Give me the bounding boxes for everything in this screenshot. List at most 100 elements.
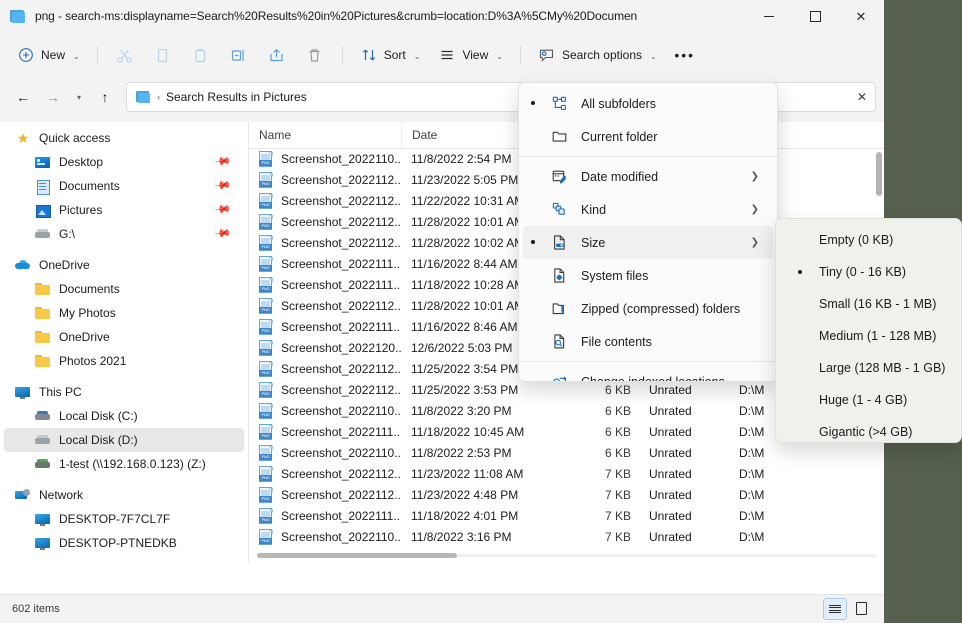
sidebar-item-local-disk-c[interactable]: Local Disk (C:): [4, 404, 244, 428]
submenu-item-gigantic[interactable]: Gigantic (>4 GB): [780, 416, 957, 443]
close-button[interactable]: ✕: [838, 0, 884, 32]
file-size-cell: 7 KB: [561, 530, 639, 544]
rename-button[interactable]: [221, 39, 257, 71]
submenu-item-small[interactable]: Small (16 KB - 1 MB): [780, 288, 957, 320]
sidebar-item-desktop-ptnedkb[interactable]: DESKTOP-PTNEDKB: [4, 531, 244, 555]
sidebar-item-lgl[interactable]: LGL: [4, 555, 244, 562]
sidebar-item-photos-2021[interactable]: Photos 2021: [4, 349, 244, 373]
sidebar-item-onedrive-root[interactable]: OneDrive: [4, 253, 244, 277]
sidebar-item-documents[interactable]: Documents 📌: [4, 174, 244, 198]
sidebar-item-my-photos[interactable]: My Photos: [4, 301, 244, 325]
menu-item-label: Kind: [581, 203, 606, 217]
clear-search-icon[interactable]: ✕: [857, 90, 867, 104]
file-rating-cell: Unrated: [639, 446, 729, 460]
png-file-icon: PNG: [259, 319, 274, 335]
png-file-icon: PNG: [259, 151, 274, 167]
table-row[interactable]: PNGScreenshot_2022111...11/18/2022 4:01 …: [249, 505, 884, 526]
menu-item-all-subfolders[interactable]: All subfolders: [523, 87, 773, 120]
file-size-cell: 6 KB: [561, 383, 639, 397]
file-rating-cell: Unrated: [639, 530, 729, 544]
pin-icon[interactable]: 📌: [214, 224, 233, 243]
share-button[interactable]: [259, 39, 295, 71]
more-options-button[interactable]: •••: [667, 39, 703, 71]
screen: png - search-ms:displayname=Search%20Res…: [0, 0, 962, 623]
search-options-button[interactable]: Search options ⌄: [530, 39, 665, 71]
sidebar-item-g-drive[interactable]: G:\ 📌: [4, 222, 244, 246]
recent-locations-button[interactable]: ▾: [68, 82, 90, 112]
maximize-button[interactable]: [792, 0, 838, 32]
sidebar-item-desktop[interactable]: Desktop 📌: [4, 150, 244, 174]
file-date-cell: 11/8/2022 3:20 PM: [401, 404, 561, 418]
menu-item-zipped-compressed-folders[interactable]: Zipped (compressed) folders: [523, 292, 773, 325]
sidebar-item-this-pc[interactable]: This PC: [4, 380, 244, 404]
submenu-item-huge[interactable]: Huge (1 - 4 GB): [780, 384, 957, 416]
file-name-cell: PNGScreenshot_2022110...: [249, 529, 401, 545]
png-file-icon: PNG: [259, 508, 274, 524]
sidebar-item-pictures[interactable]: Pictures 📌: [4, 198, 244, 222]
minimize-button[interactable]: [746, 0, 792, 32]
sidebar-item-network[interactable]: Network: [4, 483, 244, 507]
menu-item-size[interactable]: Size❯: [523, 226, 773, 259]
pin-icon[interactable]: 📌: [214, 152, 233, 171]
breadcrumb: Search Results in Pictures: [166, 90, 307, 104]
sidebar-item-onedrive-folder[interactable]: OneDrive: [4, 325, 244, 349]
file-name-cell: PNGScreenshot_2022111...: [249, 424, 401, 440]
submenu-item-large[interactable]: Large (128 MB - 1 GB): [780, 352, 957, 384]
details-view-button[interactable]: [823, 598, 847, 620]
submenu-item-medium[interactable]: Medium (1 - 128 MB): [780, 320, 957, 352]
sidebar-item-onedrive-documents[interactable]: Documents: [4, 277, 244, 301]
drive-green-icon: [34, 456, 52, 472]
pin-icon[interactable]: 📌: [214, 176, 233, 195]
png-file-icon: PNG: [259, 277, 274, 293]
size-submenu: Empty (0 KB)Tiny (0 - 16 KB)Small (16 KB…: [775, 218, 962, 443]
folder-icon: [34, 353, 52, 369]
pin-icon[interactable]: 📌: [214, 200, 233, 219]
table-row[interactable]: PNGScreenshot_2022112...11/23/2022 11:07…: [249, 547, 884, 548]
png-file-icon: PNG: [259, 256, 274, 272]
file-size-cell: 7 KB: [561, 467, 639, 481]
menu-item-system-files[interactable]: System files: [523, 259, 773, 292]
menu-item-date-modified[interactable]: Date modified❯: [523, 160, 773, 193]
item-count-label: 602 items: [12, 603, 60, 615]
folder-icon: [34, 281, 52, 297]
column-header-name[interactable]: Name: [249, 122, 401, 148]
sort-button[interactable]: Sort ⌄: [352, 39, 429, 71]
sidebar-item-network-drive-z[interactable]: 1-test (\\192.168.0.123) (Z:): [4, 452, 244, 476]
sidebar-item-local-disk-d[interactable]: Local Disk (D:): [4, 428, 244, 452]
table-row[interactable]: PNGScreenshot_2022110...11/8/2022 3:16 P…: [249, 526, 884, 547]
paste-button[interactable]: [183, 39, 219, 71]
up-button[interactable]: ↑: [90, 82, 120, 112]
maximize-icon: [810, 11, 821, 22]
size-icon: [549, 233, 569, 253]
breadcrumb-separator: ›: [157, 92, 160, 102]
png-file-icon: PNG: [259, 529, 274, 545]
copy-button[interactable]: [145, 39, 181, 71]
sidebar-item-label: Network: [39, 488, 83, 502]
submenu-item-empty[interactable]: Empty (0 KB): [780, 224, 957, 256]
sidebar-item-quick-access[interactable]: ★ Quick access: [4, 126, 244, 150]
vertical-scrollbar-thumb[interactable]: [876, 152, 882, 196]
menu-item-current-folder[interactable]: Current folder: [523, 120, 773, 153]
delete-button[interactable]: [297, 39, 333, 71]
file-date-cell: 11/23/2022 4:48 PM: [401, 488, 561, 502]
view-button[interactable]: View ⌄: [430, 39, 511, 71]
navigation-pane: ★ Quick access Desktop 📌 Documents 📌 Pic…: [0, 122, 248, 562]
table-row[interactable]: PNGScreenshot_2022110...11/8/2022 2:53 P…: [249, 442, 884, 463]
scrollbar-thumb[interactable]: [257, 553, 457, 558]
horizontal-scrollbar[interactable]: [257, 551, 876, 559]
sidebar-item-desktop-7f7cl7f[interactable]: DESKTOP-7F7CL7F: [4, 507, 244, 531]
forward-button[interactable]: →: [38, 82, 68, 112]
table-row[interactable]: PNGScreenshot_2022112...11/23/2022 4:48 …: [249, 484, 884, 505]
menu-item-kind[interactable]: Kind❯: [523, 193, 773, 226]
file-size-cell: 7 KB: [561, 488, 639, 502]
zip-folder-icon: [549, 299, 569, 319]
menu-item-file-contents[interactable]: File contents: [523, 325, 773, 358]
tiles-view-button[interactable]: [850, 598, 872, 618]
submenu-item-tiny[interactable]: Tiny (0 - 16 KB): [780, 256, 957, 288]
menu-item-change-indexed-locations[interactable]: Change indexed locations: [523, 365, 773, 382]
cut-button[interactable]: [107, 39, 143, 71]
table-row[interactable]: PNGScreenshot_2022112...11/23/2022 11:08…: [249, 463, 884, 484]
back-button[interactable]: ←: [8, 82, 38, 112]
new-button[interactable]: New ⌄: [9, 39, 88, 71]
menu-item-label: Date modified: [581, 170, 658, 184]
